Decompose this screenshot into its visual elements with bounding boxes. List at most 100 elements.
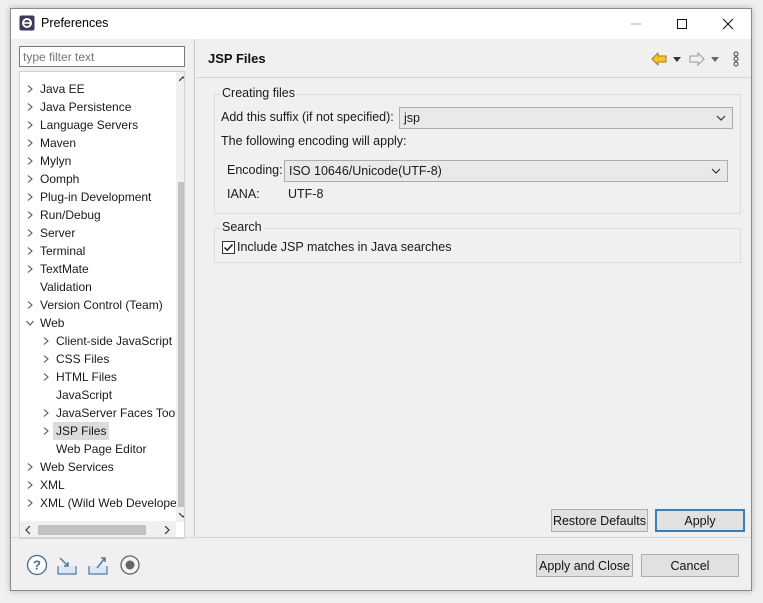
tree-item[interactable]: Java Persistence: [20, 98, 176, 116]
tree-item-label: Oomph: [40, 172, 80, 186]
tree-item-label: Server: [40, 226, 76, 240]
tree-item[interactable]: Terminal: [20, 242, 176, 260]
record-icon[interactable]: [119, 554, 141, 576]
tree-item-label: XML: [40, 478, 65, 492]
tree-item[interactable]: Maven: [20, 134, 176, 152]
chevron-right-icon[interactable]: [42, 409, 50, 417]
encoding-value: ISO 10646/Unicode(UTF-8): [289, 164, 442, 178]
back-dropdown-icon[interactable]: [673, 57, 681, 62]
tree-item[interactable]: Oomph: [20, 170, 176, 188]
close-button[interactable]: [705, 9, 751, 39]
tree-item[interactable]: Mylyn: [20, 152, 176, 170]
chevron-right-icon[interactable]: [26, 211, 34, 219]
tree-item[interactable]: XML: [20, 476, 176, 494]
title-bar: Preferences: [11, 9, 751, 39]
tree-item-label: JavaScript: [56, 388, 113, 402]
preferences-window: Preferences Java EE Java Persistence Langu…: [10, 8, 752, 591]
suffix-combo[interactable]: jsp: [399, 107, 733, 129]
chevron-right-icon[interactable]: [26, 301, 34, 309]
preferences-tree: Java EE Java Persistence Language Servers M…: [19, 71, 185, 539]
scroll-down-icon[interactable]: [179, 512, 185, 518]
tree-item[interactable]: Validation: [20, 278, 176, 296]
chevron-right-icon[interactable]: [26, 463, 34, 471]
tree-item-label: Client-side JavaScript: [56, 334, 173, 348]
tree-item-label: XML (Wild Web Developer): [40, 496, 185, 510]
chevron-right-icon[interactable]: [42, 337, 50, 345]
chevron-right-icon[interactable]: [26, 499, 34, 507]
back-arrow-icon[interactable]: [651, 52, 667, 66]
tree-item-label: Plug-in Development: [40, 190, 152, 204]
filter-input[interactable]: [19, 46, 185, 67]
tree-item[interactable]: TextMate: [20, 260, 176, 278]
apply-button[interactable]: Apply: [655, 509, 745, 532]
chevron-right-icon[interactable]: [42, 427, 50, 435]
include-jsp-checkbox[interactable]: [222, 241, 235, 254]
tree-item-label: Version Control (Team): [40, 298, 163, 312]
cancel-button[interactable]: Cancel: [641, 554, 739, 577]
tree-item[interactable]: JavaScript: [20, 386, 176, 404]
chevron-down-icon: [711, 168, 721, 174]
tree-item[interactable]: CSS Files: [20, 350, 176, 368]
export-icon[interactable]: [87, 554, 109, 576]
scroll-right-icon[interactable]: [164, 526, 170, 534]
chevron-right-icon[interactable]: [26, 265, 34, 273]
tree-item-label: Run/Debug: [40, 208, 101, 222]
tree-item[interactable]: Web: [20, 314, 176, 332]
tree-item-label: TextMate: [40, 262, 89, 276]
view-menu-icon[interactable]: [733, 51, 739, 67]
maximize-button[interactable]: [659, 9, 705, 39]
footer-separator: [11, 537, 751, 538]
tree-vertical-scrollbar[interactable]: [176, 72, 185, 522]
tree-item-label: Java EE: [40, 82, 85, 96]
tree-item-label: Java Persistence: [40, 100, 132, 114]
help-icon[interactable]: ?: [26, 554, 48, 576]
chevron-right-icon[interactable]: [26, 157, 34, 165]
chevron-right-icon[interactable]: [26, 247, 34, 255]
minimize-button[interactable]: [613, 9, 659, 39]
panel-sash[interactable]: [194, 39, 195, 537]
chevron-right-icon[interactable]: [26, 229, 34, 237]
import-icon[interactable]: [56, 554, 78, 576]
tree-item[interactable]: Server: [20, 224, 176, 242]
apply-and-close-button[interactable]: Apply and Close: [536, 554, 633, 577]
chevron-down-icon[interactable]: [26, 319, 34, 327]
tree-vertical-thumb[interactable]: [178, 182, 184, 507]
chevron-right-icon[interactable]: [42, 355, 50, 363]
tree-item[interactable]: Version Control (Team): [20, 296, 176, 314]
forward-arrow-icon[interactable]: [689, 52, 705, 66]
tree-horizontal-thumb[interactable]: [38, 525, 146, 535]
page-title: JSP Files: [208, 51, 266, 66]
tree-item-label: Maven: [40, 136, 77, 150]
tree-item[interactable]: JavaServer Faces Tools: [20, 404, 184, 422]
chevron-right-icon[interactable]: [26, 85, 34, 93]
tree-item[interactable]: Web Services: [20, 458, 176, 476]
restore-defaults-button[interactable]: Restore Defaults: [551, 509, 648, 532]
tree-item-label: Web Services: [40, 460, 114, 474]
tree-item[interactable]: Java EE: [20, 80, 176, 98]
tree-item-label: HTML Files: [56, 370, 117, 384]
tree-item-label: CSS Files: [56, 352, 110, 366]
forward-dropdown-icon[interactable]: [711, 57, 719, 62]
tree-item-label: Web Page Editor: [56, 442, 147, 456]
tree-item[interactable]: Web Page Editor: [20, 440, 176, 458]
tree-item[interactable]: HTML Files: [20, 368, 176, 386]
scroll-up-icon[interactable]: [179, 76, 185, 82]
chevron-right-icon[interactable]: [26, 193, 34, 201]
tree-item[interactable]: Client-side JavaScript: [20, 332, 176, 350]
tree-item[interactable]: Language Servers: [20, 116, 176, 134]
tree-item[interactable]: Run/Debug: [20, 206, 176, 224]
chevron-right-icon[interactable]: [26, 121, 34, 129]
search-title: Search: [220, 220, 264, 234]
include-jsp-label[interactable]: Include JSP matches in Java searches: [237, 240, 451, 254]
tree-item[interactable]: Plug-in Development: [20, 188, 176, 206]
tree-item-label: Mylyn: [40, 154, 72, 168]
tree-item[interactable]: JSP Files: [20, 422, 176, 440]
chevron-right-icon[interactable]: [26, 175, 34, 183]
chevron-right-icon[interactable]: [26, 481, 34, 489]
encoding-combo[interactable]: ISO 10646/Unicode(UTF-8): [284, 160, 728, 182]
chevron-right-icon[interactable]: [42, 373, 50, 381]
chevron-right-icon[interactable]: [26, 139, 34, 147]
chevron-right-icon[interactable]: [26, 103, 34, 111]
tree-item[interactable]: XML (Wild Web Developer): [20, 494, 184, 512]
scroll-left-icon[interactable]: [25, 526, 31, 534]
